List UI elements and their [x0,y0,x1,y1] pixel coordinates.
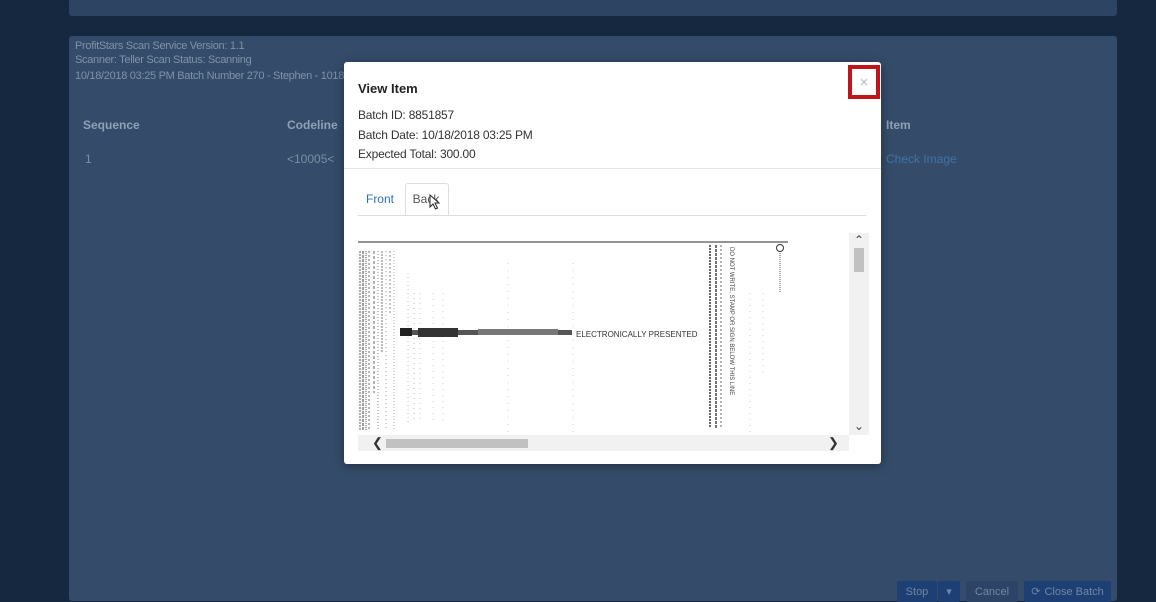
column-header-item: Item [886,118,911,132]
stop-dropdown-button[interactable]: ▾ [938,581,960,602]
batch-date-text: Batch Date: 10/18/2018 03:25 PM [358,128,533,142]
column-header-sequence: Sequence [83,118,140,132]
scroll-right-icon[interactable]: ❯ [828,435,839,451]
check-image-link[interactable]: Check Image [886,152,957,166]
vertical-scroll-thumb[interactable] [854,248,864,272]
batch-info-text: 10/18/2018 03:25 PM Batch Number 270 - S… [75,70,356,82]
check-back-side-text: DO NOT WRITE, STAMP OR SIGN BELOW THIS L… [728,247,734,395]
close-icon: × [859,73,869,91]
batch-id-text: Batch ID: 8851857 [358,108,455,122]
close-batch-label: Close Batch [1044,585,1104,598]
modal-divider [344,168,881,169]
close-batch-button[interactable]: ⟳ Close Batch [1024,581,1111,602]
check-back-image: ELECTRONICALLY PRESENTED DO NOT WRITE, S… [358,233,848,435]
row-codeline-cell: <10005< [287,152,335,166]
close-button-highlight: × [848,65,880,99]
tab-front[interactable]: Front [358,183,402,215]
close-button[interactable]: × [852,69,876,95]
horizontal-scrollbar[interactable]: ❮ ❯ [358,435,849,451]
horizontal-scroll-thumb[interactable] [386,439,528,448]
row-sequence-cell: 1 [85,152,92,166]
scanner-status-text: Scanner: Teller Scan Status: Scanning [75,54,252,66]
expected-total-text: Expected Total: 300.00 [358,147,476,161]
scroll-down-icon[interactable]: ⌄ [849,419,869,433]
scroll-left-icon[interactable]: ❮ [372,435,383,451]
scroll-up-icon[interactable]: ⌃ [849,233,869,247]
cancel-button[interactable]: Cancel [966,581,1018,602]
vertical-scrollbar[interactable]: ⌃ ⌄ [849,233,869,435]
service-version-text: ProfitStars Scan Service Version: 1.1 [75,40,245,52]
view-item-modal: View Item × Batch ID: 8851857 Batch Date… [344,62,881,464]
image-side-tabs: Front Back [358,183,866,216]
tab-back[interactable]: Back [405,183,449,215]
stop-button[interactable]: Stop [897,581,937,602]
column-header-codeline: Codeline [287,118,338,132]
refresh-icon: ⟳ [1031,586,1041,598]
check-image-viewer: ELECTRONICALLY PRESENTED DO NOT WRITE, S… [358,233,869,451]
top-header-strip [69,0,1117,16]
mouse-pointer-icon [429,193,441,213]
endorsement-text: ELECTRONICALLY PRESENTED [576,330,698,339]
modal-title: View Item [358,81,418,96]
